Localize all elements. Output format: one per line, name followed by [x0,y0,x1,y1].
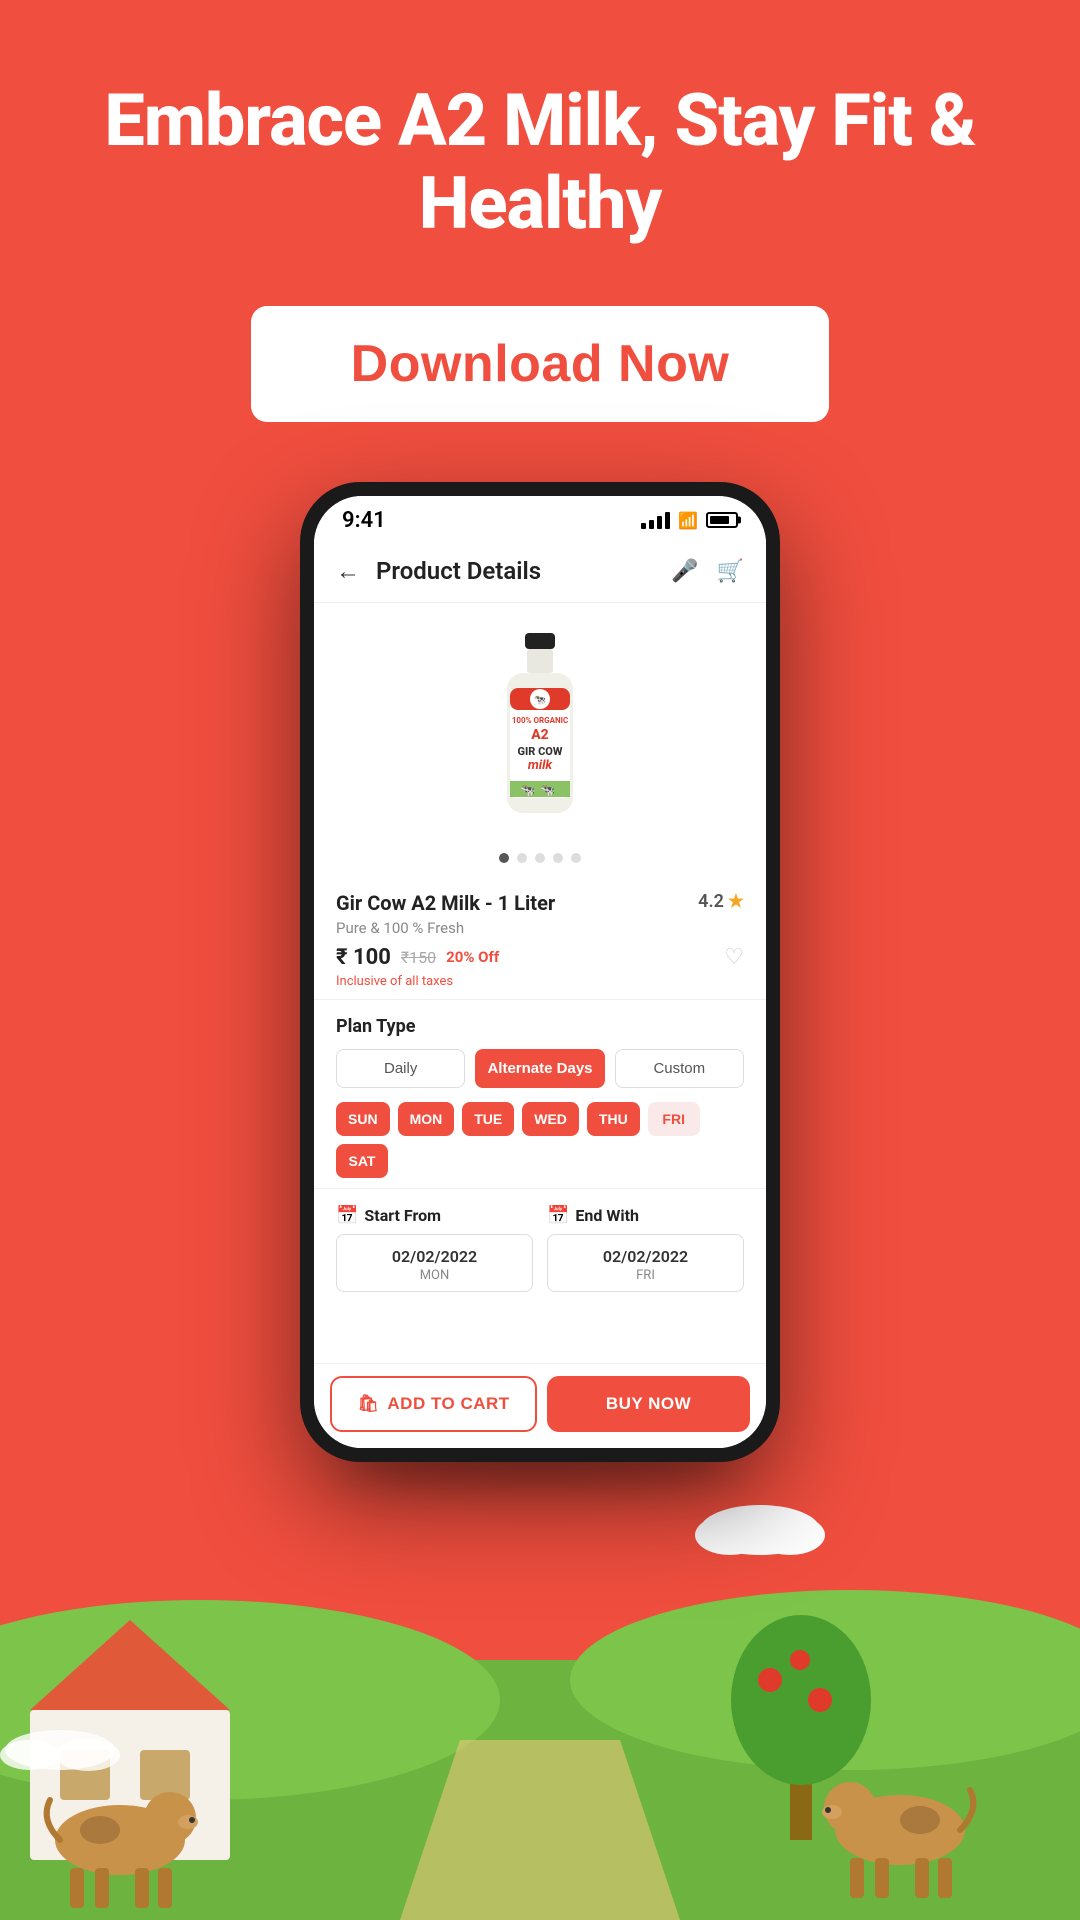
dot-3[interactable] [535,853,545,863]
buy-now-button[interactable]: BUY NOW [547,1376,750,1432]
svg-text:milk: milk [528,758,554,773]
start-date-label: Start From [364,1206,441,1225]
tax-note: Inclusive of all taxes [336,974,744,989]
download-button[interactable]: Download Now [251,306,830,422]
date-section: 📅 Start From 02/02/2022 MON � [314,1189,766,1304]
day-sat[interactable]: SAT [336,1144,388,1178]
microphone-icon[interactable]: 🎤 [671,559,698,584]
end-date-day: FRI [562,1268,729,1283]
svg-text:🐄: 🐄 [540,783,555,797]
end-date-value: 02/02/2022 [562,1247,729,1266]
start-date-input[interactable]: 02/02/2022 MON [336,1234,533,1292]
plan-alternate-button[interactable]: Alternate Days [475,1049,604,1088]
phone-mockup: 9:41 📶 ← Product Details [300,482,780,1462]
plan-section: Plan Type Daily Alternate Days Custom SU… [314,1000,766,1189]
status-icons: 📶 [641,511,738,530]
status-bar: 9:41 📶 [314,496,766,541]
plan-custom-button[interactable]: Custom [615,1049,744,1088]
dot-5[interactable] [571,853,581,863]
dot-2[interactable] [517,853,527,863]
calendar-start-icon: 📅 [336,1205,358,1226]
image-dots [499,853,581,863]
end-date-col: 📅 End With 02/02/2022 FRI [547,1205,744,1292]
plan-daily-button[interactable]: Daily [336,1049,465,1088]
bottom-action-bar: 🛍 ADD TO CART BUY NOW [314,1363,766,1448]
product-description: Pure & 100 % Fresh [336,919,744,937]
discount-badge: 20% Off [446,948,499,966]
svg-text:🐄: 🐄 [520,783,535,797]
price-original: ₹150 [401,948,436,967]
day-sun[interactable]: SUN [336,1102,390,1136]
wishlist-button[interactable]: ♡ [724,945,744,970]
day-thu[interactable]: THU [587,1102,640,1136]
hero-title: Embrace A2 Milk, Stay Fit & Healthy [0,0,1080,246]
cart-bag-icon: 🛍 [357,1394,379,1414]
day-fri[interactable]: FRI [648,1102,700,1136]
day-selector: SUN MON TUE WED THU FRI SAT [336,1102,744,1178]
svg-text:🐄: 🐄 [534,695,546,706]
product-image: 🐄 100% ORGANIC A2 GIR COW milk [450,623,630,843]
calendar-end-icon: 📅 [547,1205,569,1226]
day-wed[interactable]: WED [522,1102,579,1136]
end-date-label: End With [575,1206,639,1225]
page-title: Product Details [376,557,671,585]
plan-section-title: Plan Type [336,1016,744,1037]
svg-text:100% ORGANIC: 100% ORGANIC [512,716,568,725]
signal-icon [641,511,670,529]
app-header: ← Product Details 🎤 🛒 [314,541,766,603]
add-to-cart-label: ADD TO CART [387,1394,509,1414]
app-content: 🐄 100% ORGANIC A2 GIR COW milk [314,603,766,1363]
svg-text:GIR COW: GIR COW [517,745,562,758]
start-date-value: 02/02/2022 [351,1247,518,1266]
product-rating: 4.2 ★ [698,891,744,912]
end-date-input[interactable]: 02/02/2022 FRI [547,1234,744,1292]
product-name: Gir Cow A2 Milk - 1 Liter [336,891,698,915]
start-date-col: 📅 Start From 02/02/2022 MON [336,1205,533,1292]
cart-icon[interactable]: 🛒 [717,559,744,584]
day-mon[interactable]: MON [398,1102,455,1136]
price-current: ₹ 100 [336,945,391,970]
dot-4[interactable] [553,853,563,863]
svg-text:A2: A2 [531,727,549,743]
plan-buttons: Daily Alternate Days Custom [336,1049,744,1088]
start-date-day: MON [351,1268,518,1283]
status-time: 9:41 [342,508,386,533]
dot-1[interactable] [499,853,509,863]
add-to-cart-button[interactable]: 🛍 ADD TO CART [330,1376,537,1432]
back-button[interactable]: ← [336,553,368,590]
star-icon: ★ [728,891,744,912]
product-info: Gir Cow A2 Milk - 1 Liter 4.2 ★ Pure & 1… [314,875,766,1000]
battery-icon [706,512,738,528]
wifi-icon: 📶 [678,511,698,530]
day-tue[interactable]: TUE [462,1102,514,1136]
product-image-area: 🐄 100% ORGANIC A2 GIR COW milk [314,603,766,875]
